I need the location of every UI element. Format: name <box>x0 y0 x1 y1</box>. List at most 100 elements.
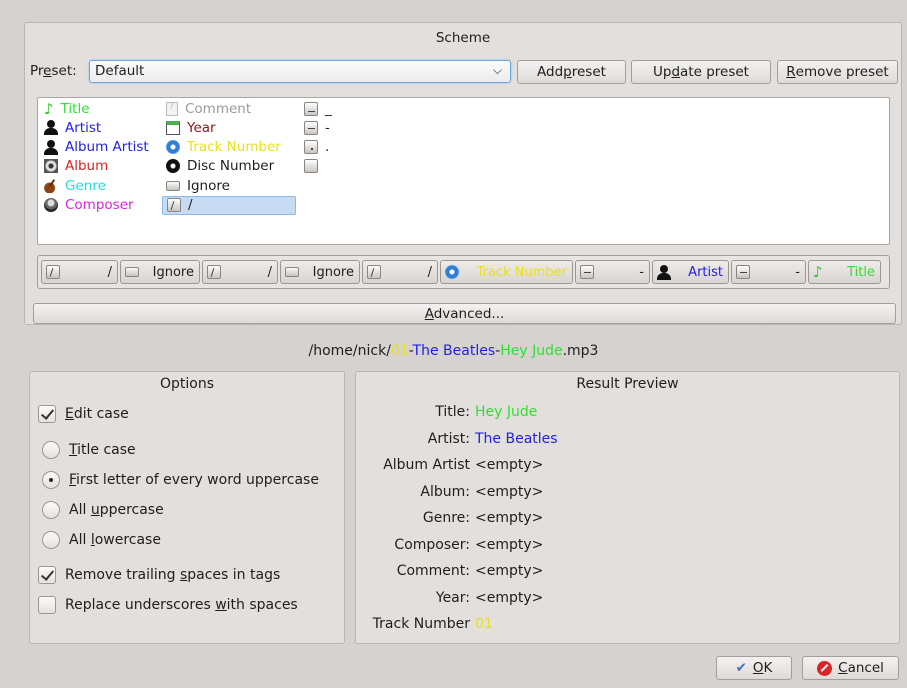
scheme-token-label: Title <box>847 264 875 280</box>
preview-label: Album Artist <box>383 457 470 473</box>
all-uppercase-radio-icon <box>42 501 60 519</box>
title-case-radio-icon <box>42 441 60 459</box>
palette-item-label: Disc Number <box>187 158 275 175</box>
palette-item[interactable]: Album <box>44 157 108 176</box>
underscore-key-icon <box>304 101 318 116</box>
scheme-token-bar: / Ignore / Ignore / Track Number - Artist - ♪ Titl… <box>37 255 890 289</box>
preview-value: <empty> <box>475 563 544 579</box>
scheme-token[interactable]: / <box>362 260 438 284</box>
scheme-token[interactable]: / <box>41 260 118 284</box>
person-icon <box>657 264 671 280</box>
edit-case-checkbox[interactable]: Edit case <box>38 405 129 423</box>
scheme-token-label: / <box>427 264 432 280</box>
preset-label: Preset: <box>30 63 77 79</box>
palette-item[interactable]: ♪ Title <box>44 99 90 118</box>
scheme-token[interactable]: ♪ Title <box>808 260 881 284</box>
palette-item[interactable]: Album Artist <box>44 138 149 157</box>
tag-palette: ♪ Title Artist Album Artist Album Genre Compos… <box>37 97 890 245</box>
scheme-token-label: Track Number <box>476 264 567 280</box>
scheme-token[interactable]: Artist <box>652 260 729 284</box>
preview-label: Title: <box>435 404 470 420</box>
palette-item-label: Album Artist <box>65 139 149 156</box>
palette-item[interactable]: Composer <box>44 196 134 215</box>
palette-item-label: Title <box>60 100 90 117</box>
cancel-button[interactable]: Cancel <box>802 656 899 680</box>
palette-item[interactable]: Ignore <box>166 176 230 195</box>
dash-key-icon <box>304 120 318 135</box>
scheme-token[interactable]: - <box>731 260 806 284</box>
palette-item-label: Genre <box>65 177 106 194</box>
path-prefix: /home/nick/ <box>308 343 391 359</box>
palette-item[interactable] <box>304 157 325 176</box>
disc-icon <box>166 140 180 155</box>
palette-item[interactable]: Disc Number <box>166 157 274 176</box>
options-title: Options <box>159 376 215 392</box>
scheme-panel: Scheme Preset: Default ⌵ Add p reset Up d a… <box>24 22 902 325</box>
scheme-token[interactable]: Ignore <box>280 260 360 284</box>
title-case-radio[interactable]: Title case <box>42 441 136 459</box>
palette-item-label: / <box>188 197 193 213</box>
scheme-token-label: - <box>639 264 644 280</box>
palette-item[interactable]: Track Number <box>166 138 281 157</box>
album-icon <box>44 159 58 174</box>
preview-value: <empty> <box>475 483 544 500</box>
update-preset-button[interactable]: Up d ate preset <box>631 60 771 84</box>
scheme-title: Scheme <box>435 30 491 46</box>
dash-key-icon <box>580 265 594 279</box>
preset-value: Default <box>95 63 145 79</box>
add-preset-button[interactable]: Add p reset <box>517 60 626 84</box>
slash-key-icon <box>367 265 381 279</box>
all-lowercase-radio[interactable]: All lowercase <box>42 531 161 549</box>
composer-icon <box>44 198 58 212</box>
preview-label: Composer: <box>394 536 470 553</box>
comment-icon <box>166 101 178 116</box>
remove-trailing-spaces-checkbox[interactable]: Remove trailing spaces in tags <box>38 566 280 584</box>
preview-value: <empty> <box>475 457 544 473</box>
replace-underscores-checkbox[interactable]: Replace underscores with spaces <box>38 596 298 614</box>
palette-item-label: . <box>325 139 330 156</box>
first-letter-radio[interactable]: First letter of every word uppercase <box>42 471 319 489</box>
space-key-icon <box>304 159 318 174</box>
palette-item[interactable]: Comment <box>166 99 251 118</box>
scheme-token[interactable]: - <box>575 260 650 284</box>
preview-value: <empty> <box>475 536 544 553</box>
calendar-icon <box>166 120 180 135</box>
dot-key-icon <box>304 140 318 155</box>
path-track: 01 <box>390 343 409 359</box>
preview-label: Album: <box>420 483 470 500</box>
ignore-icon <box>285 267 299 277</box>
preview-value: <empty> <box>475 510 544 526</box>
music-note-icon: ♪ <box>44 99 54 118</box>
palette-item[interactable]: Year <box>166 118 216 137</box>
palette-item[interactable]: - <box>304 118 330 137</box>
result-preview-panel: Result Preview Title: Hey Jude Artist: The … <box>355 371 900 644</box>
checkmark-icon: ✔ <box>735 660 747 676</box>
person-icon <box>44 139 58 155</box>
scheme-token[interactable]: Track Number <box>440 260 573 284</box>
disc-black-icon <box>166 159 180 174</box>
palette-item[interactable]: . <box>304 138 329 157</box>
disc-icon <box>445 265 459 279</box>
preview-value: Hey Jude <box>475 404 538 420</box>
scheme-token-label: Artist <box>688 264 723 280</box>
palette-item[interactable]: Artist <box>44 118 101 137</box>
preset-combobox[interactable]: Default ⌵ <box>89 60 511 83</box>
palette-item-label: - <box>325 119 330 136</box>
palette-item[interactable]: _ <box>304 99 332 118</box>
preview-label: Year: <box>435 589 470 606</box>
filename-preview: /home/nick/01-The Beatles-Hey Jude.mp3 <box>0 343 907 359</box>
cancel-icon <box>817 660 833 676</box>
preview-value: The Beatles <box>475 430 558 447</box>
scheme-token[interactable]: Ignore <box>120 260 200 284</box>
palette-item[interactable]: Genre <box>44 176 106 195</box>
result-preview-title: Result Preview <box>576 376 679 392</box>
ok-button[interactable]: ✔ OK <box>716 656 792 680</box>
slash-key-icon <box>46 265 60 279</box>
palette-item[interactable]: / <box>162 195 296 215</box>
scheme-token[interactable]: / <box>202 260 278 284</box>
all-uppercase-radio[interactable]: All uppercase <box>42 501 164 519</box>
remove-preset-button[interactable]: Remove preset <box>777 60 898 84</box>
music-note-icon: ♪ <box>813 263 823 281</box>
advanced-button[interactable]: Advanced... <box>33 303 896 324</box>
options-panel: Options Edit case Title case First lette… <box>29 371 345 644</box>
